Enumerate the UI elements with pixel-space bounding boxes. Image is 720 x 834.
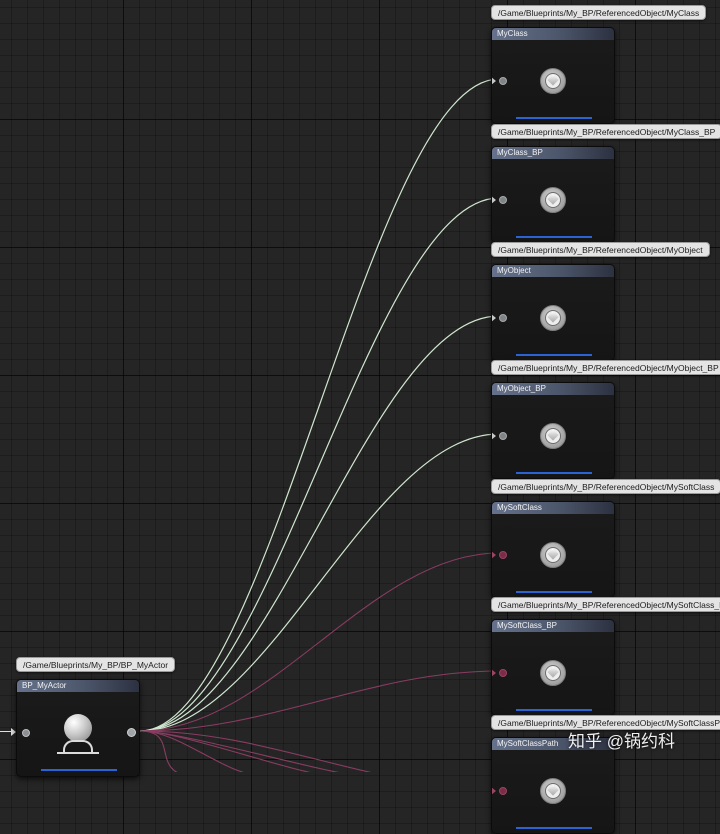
wire-myclass_bp (139, 197, 500, 732)
output-pin[interactable] (127, 728, 136, 737)
asset-thumbnail-icon (540, 423, 566, 449)
asset-thumbnail-icon (540, 305, 566, 331)
node-mysoftclass[interactable]: MySoftClass (491, 501, 615, 598)
actor-sphere-icon (64, 714, 92, 742)
input-pin[interactable] (492, 432, 507, 440)
asset-thumbnail-icon (540, 542, 566, 568)
asset-type-bar (516, 117, 592, 119)
node-title: MyClass_BP (492, 147, 614, 159)
tooltip-myclass-bp: /Game/Blueprints/My_BP/ReferencedObject/… (491, 124, 720, 139)
node-title: MyObject (492, 265, 614, 277)
asset-type-bar (516, 236, 592, 238)
node-title: MySoftClass_BP (492, 620, 614, 632)
wire-offscreen (139, 730, 311, 772)
tooltip-myclass: /Game/Blueprints/My_BP/ReferencedObject/… (491, 5, 707, 20)
input-pin[interactable] (492, 196, 507, 204)
node-bp-myactor[interactable]: BP_MyActor (16, 679, 140, 777)
node-title: MySoftClass (492, 502, 614, 514)
tooltip-mysoftclass: /Game/Blueprints/My_BP/ReferencedObject/… (491, 479, 720, 494)
asset-type-bar (516, 354, 592, 356)
node-myobject[interactable]: MyObject (491, 264, 615, 361)
wire-mysoftclass_bp (139, 670, 500, 732)
asset-type-bar (516, 709, 592, 711)
wire-offscreen (139, 730, 339, 772)
wire-offscreen (139, 730, 245, 772)
node-myclass[interactable]: MyClass (491, 27, 615, 124)
tooltip-myobject: /Game/Blueprints/My_BP/ReferencedObject/… (491, 242, 710, 257)
watermark: 知乎 @锅约科 (568, 732, 675, 751)
tooltip-bp-myactor: /Game/Blueprints/My_BP/BP_MyActor (16, 657, 176, 672)
wire-mysoftclass (139, 552, 500, 732)
asset-thumbnail-icon (540, 778, 566, 804)
asset-type-bar (41, 769, 117, 771)
node-title: MyObject_BP (492, 383, 614, 395)
asset-type-bar (516, 827, 592, 829)
asset-thumbnail-icon (540, 660, 566, 686)
node-myobject-bp[interactable]: MyObject_BP (491, 382, 615, 479)
asset-thumbnail-icon (540, 68, 566, 94)
actor-pedestal-base (57, 752, 99, 754)
input-pin[interactable] (492, 77, 507, 85)
asset-type-bar (516, 472, 592, 474)
input-pin[interactable] (22, 729, 30, 737)
wire-offscreen (139, 730, 178, 772)
input-pin[interactable] (492, 669, 507, 677)
input-pin[interactable] (492, 314, 507, 322)
wire-myobject_bp (139, 433, 500, 732)
asset-thumbnail-icon (540, 187, 566, 213)
actor-pedestal-icon (63, 740, 93, 752)
node-myclass-bp[interactable]: MyClass_BP (491, 146, 615, 243)
wire-myclass (139, 78, 500, 732)
input-pin[interactable] (492, 551, 507, 559)
tooltip-myobject-bp: /Game/Blueprints/My_BP/ReferencedObject/… (491, 360, 720, 375)
input-pin[interactable] (492, 787, 507, 795)
node-mysoftclass-bp[interactable]: MySoftClass_BP (491, 619, 615, 716)
wire-mysoftclasspath (139, 730, 371, 772)
tooltip-mysoftclass-bp: /Game/Blueprints/My_BP/ReferencedObject/… (491, 597, 720, 612)
asset-type-bar (516, 591, 592, 593)
wire-myobject (139, 315, 500, 732)
node-title: MyClass (492, 28, 614, 40)
node-title: BP_MyActor (17, 680, 139, 692)
